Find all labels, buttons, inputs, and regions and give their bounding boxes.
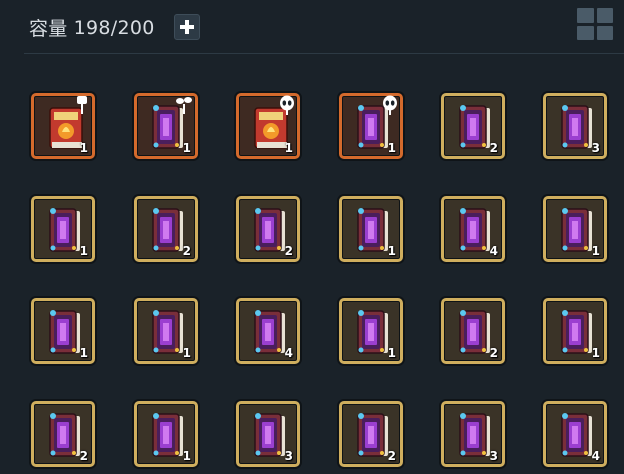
inventory-slot[interactable]: 1 bbox=[339, 93, 403, 159]
item-count: 4 bbox=[284, 346, 293, 360]
inventory-slot[interactable]: 3 bbox=[543, 93, 607, 159]
item-count: 1 bbox=[387, 244, 396, 258]
inventory-slot[interactable]: 4 bbox=[543, 401, 607, 467]
inventory-slot[interactable]: 3 bbox=[441, 401, 505, 467]
item-count: 2 bbox=[387, 449, 396, 463]
inventory-slot[interactable]: 3 bbox=[236, 401, 300, 467]
inventory-slot[interactable]: 1 bbox=[543, 196, 607, 262]
item-count: 3 bbox=[284, 449, 293, 463]
inventory-slot[interactable]: 1 bbox=[134, 93, 198, 159]
item-count: 1 bbox=[591, 244, 600, 258]
item-count: 1 bbox=[79, 244, 88, 258]
alien-token-icon bbox=[280, 95, 294, 115]
inventory-slot[interactable]: 1 bbox=[31, 196, 95, 262]
item-count: 1 bbox=[182, 449, 191, 463]
sprout-icon bbox=[176, 97, 192, 114]
inventory-slot[interactable]: 1 bbox=[339, 298, 403, 364]
inventory-slot[interactable]: 1 bbox=[31, 93, 95, 159]
item-count: 1 bbox=[591, 346, 600, 360]
item-count: 1 bbox=[387, 141, 396, 155]
inventory-slot[interactable]: 1 bbox=[134, 298, 198, 364]
item-count: 2 bbox=[489, 346, 498, 360]
inventory-slot[interactable]: 2 bbox=[134, 196, 198, 262]
inventory-slot[interactable]: 1 bbox=[236, 93, 300, 159]
inventory-slot[interactable]: 2 bbox=[441, 93, 505, 159]
item-count: 1 bbox=[182, 141, 191, 155]
alien-head-icon bbox=[383, 95, 397, 115]
inventory-slot[interactable]: 1 bbox=[543, 298, 607, 364]
inventory-slot[interactable]: 2 bbox=[441, 298, 505, 364]
inventory-slot[interactable]: 4 bbox=[441, 196, 505, 262]
inventory-slot[interactable]: 1 bbox=[134, 401, 198, 467]
item-count: 2 bbox=[182, 244, 191, 258]
item-count: 1 bbox=[79, 141, 88, 155]
item-count: 3 bbox=[489, 449, 498, 463]
inventory-grid: 1 1 1 1 2 3 1 2 2 1 4 1 1 1 4 1 2 1 2 1 … bbox=[0, 0, 624, 474]
inventory-slot[interactable]: 1 bbox=[31, 298, 95, 364]
item-count: 4 bbox=[591, 449, 600, 463]
item-count: 1 bbox=[182, 346, 191, 360]
item-count: 2 bbox=[284, 244, 293, 258]
item-count: 1 bbox=[79, 346, 88, 360]
inventory-slot[interactable]: 1 bbox=[339, 196, 403, 262]
item-count: 2 bbox=[489, 141, 498, 155]
inventory-slot[interactable]: 4 bbox=[236, 298, 300, 364]
inventory-slot[interactable]: 2 bbox=[339, 401, 403, 467]
inventory-slot[interactable]: 2 bbox=[31, 401, 95, 467]
item-count: 1 bbox=[284, 141, 293, 155]
inventory-slot[interactable]: 2 bbox=[236, 196, 300, 262]
item-count: 2 bbox=[79, 449, 88, 463]
item-count: 4 bbox=[489, 244, 498, 258]
spatula-icon bbox=[77, 96, 87, 114]
item-count: 3 bbox=[591, 141, 600, 155]
item-count: 1 bbox=[387, 346, 396, 360]
